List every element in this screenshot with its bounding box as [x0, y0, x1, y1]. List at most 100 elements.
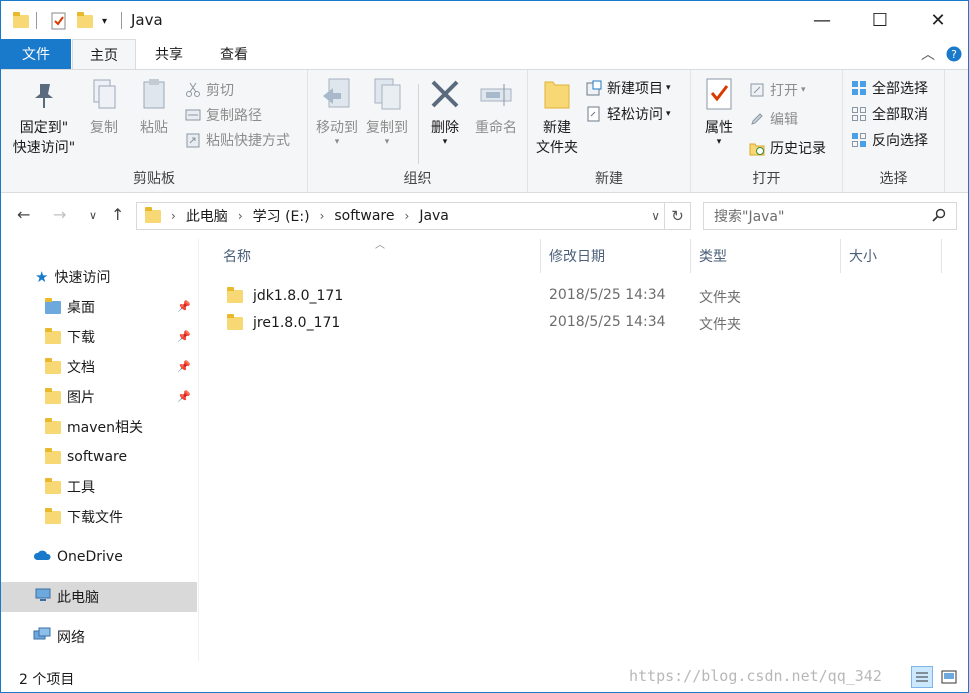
column-header-type[interactable]: 类型: [691, 239, 841, 273]
address-bar[interactable]: › 此电脑 › 学习 (E:) › software › Java ∨ ↻: [136, 202, 691, 230]
tab-file[interactable]: 文件: [1, 39, 71, 69]
file-name: jdk1.8.0_171: [253, 288, 344, 304]
pin-icon[interactable]: 📌: [177, 330, 191, 343]
nav-item-maven[interactable]: maven相关: [1, 412, 197, 442]
documents-folder-icon: [45, 357, 61, 374]
new-group-label: 新建: [595, 171, 623, 187]
address-dropdown-chevron-icon[interactable]: ∨: [651, 209, 660, 223]
copy-button[interactable]: 复制: [83, 76, 125, 138]
breadcrumb-drive[interactable]: 学习 (E:): [253, 206, 310, 226]
pin-icon[interactable]: 📌: [177, 390, 191, 403]
new-folder-quick-icon[interactable]: [77, 11, 93, 31]
new-item-icon: [586, 80, 602, 96]
paste-shortcut-button[interactable]: 粘贴快捷方式: [185, 128, 290, 152]
scissors-icon: [185, 82, 201, 98]
search-input[interactable]: 搜索"Java": [703, 202, 957, 230]
nav-item-documents[interactable]: 文档 📌: [1, 352, 197, 382]
minimize-button[interactable]: —: [799, 1, 845, 39]
nav-network[interactable]: 网络: [1, 622, 197, 652]
collapse-ribbon-chevron-icon[interactable]: ︿: [921, 44, 935, 64]
nav-item-downloads[interactable]: 下载 📌: [1, 322, 197, 352]
details-view-icon[interactable]: [911, 666, 933, 688]
large-icons-view-icon[interactable]: [938, 666, 960, 688]
select-none-button[interactable]: 全部取消: [851, 102, 928, 126]
nav-item-label: software: [67, 449, 128, 465]
rename-button[interactable]: 重命名: [470, 76, 522, 138]
properties-quick-icon[interactable]: [50, 11, 68, 31]
pin-label-line1: 固定到": [19, 120, 69, 136]
breadcrumb-separator-icon[interactable]: ›: [238, 209, 243, 223]
nav-onedrive[interactable]: OneDrive: [1, 542, 197, 572]
new-folder-icon: [539, 76, 575, 114]
nav-this-pc[interactable]: 此电脑: [1, 582, 197, 612]
paste-button[interactable]: 粘贴: [133, 76, 175, 138]
breadcrumb-software[interactable]: software: [334, 208, 394, 224]
select-all-label: 全部选择: [872, 81, 928, 97]
help-icon[interactable]: ?: [946, 46, 962, 66]
history-button[interactable]: 历史记录: [749, 136, 826, 160]
delete-button[interactable]: 删除 ▾: [424, 76, 466, 147]
search-placeholder: 搜索"Java": [714, 209, 785, 225]
customize-toolbar-chevron-icon[interactable]: ▾: [102, 11, 107, 31]
back-arrow-icon[interactable]: ←: [17, 205, 30, 224]
copy-to-button[interactable]: 复制到 ▾: [362, 76, 412, 147]
invert-selection-button[interactable]: 反向选择: [851, 128, 928, 152]
column-header-size[interactable]: 大小: [841, 239, 942, 273]
ribbon: 固定到" 快速访问" 复制 粘贴 剪切 复制路径 粘贴快捷方式 剪贴板 移动到 …: [1, 69, 968, 193]
svg-text:?: ?: [951, 48, 957, 61]
ribbon-tabs: 文件 主页 共享 查看 ︿ ?: [1, 39, 968, 70]
new-folder-button[interactable]: 新建 文件夹: [532, 76, 582, 158]
nav-item-download-files[interactable]: 下载文件: [1, 502, 197, 532]
move-to-button[interactable]: 移动到 ▾: [312, 76, 362, 147]
tab-home[interactable]: 主页: [72, 39, 136, 70]
nav-item-pictures[interactable]: 图片 📌: [1, 382, 197, 412]
edit-button[interactable]: 编辑: [749, 107, 798, 131]
open-button[interactable]: 打开 ▾: [749, 78, 806, 102]
file-modified: 2018/5/25 14:34: [549, 314, 666, 330]
easy-access-button[interactable]: 轻松访问 ▾: [586, 102, 671, 126]
copy-path-label: 复制路径: [206, 108, 262, 124]
nav-quick-access[interactable]: ★ 快速访问: [1, 262, 197, 292]
pin-icon[interactable]: 📌: [177, 360, 191, 373]
breadcrumb-java[interactable]: Java: [419, 208, 449, 224]
new-item-dropdown-icon: ▾: [666, 83, 671, 93]
address-folder-icon: [145, 206, 161, 223]
nav-network-label: 网络: [57, 630, 85, 646]
breadcrumb-this-pc[interactable]: 此电脑: [186, 206, 228, 226]
nav-item-tools[interactable]: 工具: [1, 472, 197, 502]
nav-item-software[interactable]: software: [1, 442, 197, 472]
breadcrumb-separator-icon[interactable]: ›: [320, 209, 325, 223]
tab-view[interactable]: 查看: [203, 39, 265, 69]
breadcrumb-separator-icon[interactable]: ›: [171, 209, 176, 223]
nav-item-desktop[interactable]: 桌面 📌: [1, 292, 197, 322]
nav-item-label: 下载文件: [67, 510, 123, 526]
breadcrumb-separator-icon[interactable]: ›: [405, 209, 410, 223]
search-icon[interactable]: [932, 208, 946, 226]
file-name-cell[interactable]: jre1.8.0_171: [219, 310, 340, 336]
new-item-button[interactable]: 新建项目 ▾: [586, 76, 671, 100]
file-name: jre1.8.0_171: [253, 315, 341, 331]
refresh-icon[interactable]: ↻: [664, 203, 690, 229]
pin-quick-access-button[interactable]: 固定到" 快速访问": [9, 76, 79, 158]
history-icon: [749, 140, 765, 156]
recent-locations-chevron-icon[interactable]: ∨: [89, 209, 97, 222]
rename-icon: [478, 76, 514, 114]
folder-icon: [227, 313, 243, 330]
properties-button[interactable]: 属性 ▾: [699, 76, 739, 147]
title-separator: [36, 12, 37, 29]
file-name-cell[interactable]: jdk1.8.0_171: [219, 283, 343, 309]
maximize-button[interactable]: ☐: [857, 1, 903, 39]
copy-path-button[interactable]: 复制路径: [185, 103, 262, 127]
column-header-name[interactable]: 名称: [215, 239, 541, 273]
cut-button[interactable]: 剪切: [185, 78, 234, 102]
title-separator-2: [121, 12, 122, 29]
close-button[interactable]: ✕: [915, 1, 961, 39]
invert-selection-icon: [851, 132, 867, 148]
select-all-button[interactable]: 全部选择: [851, 76, 928, 100]
tab-share[interactable]: 共享: [138, 39, 200, 69]
pin-icon[interactable]: 📌: [177, 300, 191, 313]
quick-access-folder-icon[interactable]: [13, 11, 29, 31]
up-arrow-icon[interactable]: ↑: [111, 205, 124, 224]
column-header-modified[interactable]: 修改日期: [541, 239, 691, 273]
forward-arrow-icon[interactable]: →: [53, 205, 66, 224]
